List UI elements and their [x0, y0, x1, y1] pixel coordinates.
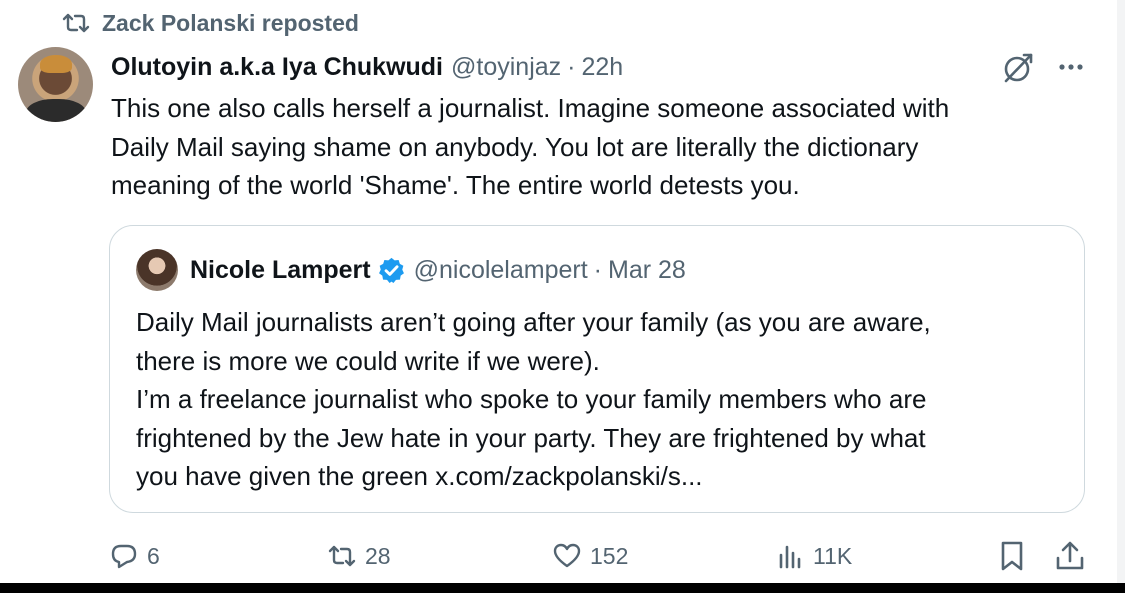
author-avatar[interactable] — [18, 47, 93, 122]
bottom-bar — [0, 583, 1125, 593]
author-handle[interactable]: @toyinjaz — [451, 53, 561, 82]
reply-icon — [111, 544, 137, 569]
views-count: 11K — [813, 542, 853, 569]
quoted-author-handle[interactable]: @nicolelampert — [414, 256, 588, 285]
heart-icon — [553, 543, 581, 568]
reply-button[interactable]: 6 — [109, 538, 160, 574]
tweet-header: Olutoyin a.k.a Iya Chukwudi @toyinjaz · … — [111, 50, 623, 84]
author-name[interactable]: Olutoyin a.k.a Iya Chukwudi — [111, 53, 443, 82]
repost-label: Zack Polanski reposted — [102, 9, 359, 36]
verified-badge-icon — [378, 257, 404, 283]
repost-header[interactable]: Zack Polanski reposted — [62, 8, 359, 38]
tweet-time[interactable]: 22h — [582, 53, 624, 82]
quoted-tweet-text: Daily Mail journalists aren’t going afte… — [136, 307, 931, 491]
repost-icon — [328, 545, 356, 567]
quoted-author-name[interactable]: Nicole Lampert — [190, 256, 371, 285]
tweet-text: This one also calls herself a journalist… — [111, 93, 950, 200]
repost-icon — [62, 13, 90, 33]
grok-icon[interactable] — [1000, 50, 1036, 86]
repost-count: 28 — [365, 542, 391, 569]
like-button[interactable]: 152 — [552, 538, 628, 574]
repost-button[interactable]: 28 — [327, 538, 391, 574]
quoted-tweet-header: Nicole Lampert @nicolelampert · Mar 28 — [190, 251, 686, 289]
like-count: 152 — [590, 542, 629, 569]
share-icon[interactable] — [1053, 538, 1087, 574]
views-icon — [779, 545, 801, 569]
separator-dot: · — [567, 52, 576, 81]
bookmark-icon[interactable] — [997, 538, 1027, 574]
reply-count: 6 — [147, 542, 160, 569]
quoted-separator-dot: · — [593, 255, 602, 284]
right-edge-border — [1117, 0, 1125, 583]
views-button[interactable]: 11K — [775, 538, 852, 574]
quoted-tweet-time[interactable]: Mar 28 — [608, 256, 686, 285]
quoted-author-avatar[interactable] — [136, 249, 178, 291]
more-options-icon[interactable] — [1055, 56, 1087, 78]
